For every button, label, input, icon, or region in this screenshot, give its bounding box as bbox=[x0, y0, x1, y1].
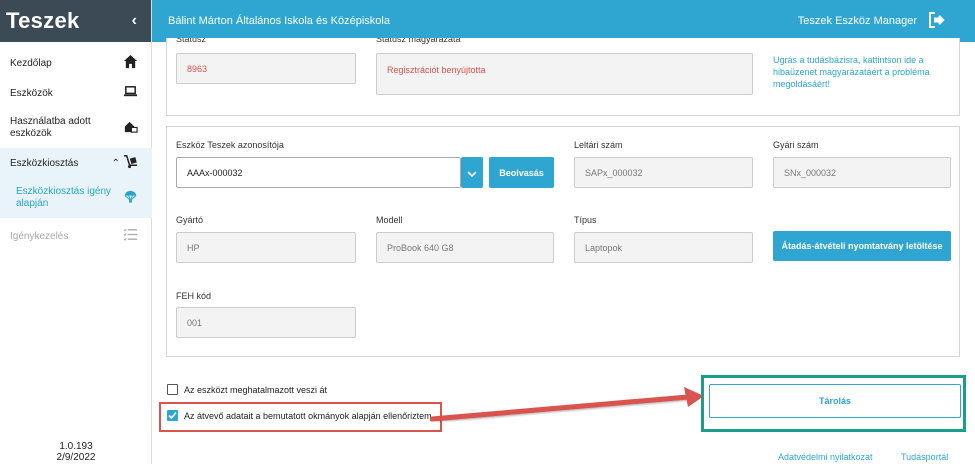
dolly-icon bbox=[123, 154, 138, 172]
proxy-checkbox-row[interactable]: Az eszközt meghatalmazott veszi át bbox=[167, 384, 327, 395]
home-icon bbox=[123, 54, 138, 72]
top-bar: Bálint Márton Általános Iskola és Középi… bbox=[152, 0, 975, 42]
verified-checkbox[interactable] bbox=[167, 410, 178, 421]
device-id-dropdown-button[interactable] bbox=[461, 157, 483, 188]
knowledge-base-link[interactable]: Ugrás a tudásbázisra, kattintson ide a h… bbox=[773, 54, 941, 90]
sidebar-item-label: Eszközkiosztás igény alapján bbox=[16, 186, 112, 209]
feh-code-label: FEH kód bbox=[176, 291, 212, 301]
device-id-select[interactable]: AAAx-000032 bbox=[176, 157, 461, 188]
chevron-down-icon bbox=[467, 164, 477, 182]
privacy-link[interactable]: Adatvédelmi nyilatkozat bbox=[778, 452, 873, 462]
annotation-arrow bbox=[430, 387, 704, 422]
knowledge-portal-link[interactable]: Tudásportál bbox=[901, 452, 948, 462]
sidebar-item-label: Eszközkiosztás bbox=[10, 157, 79, 169]
inventory-number-label: Leltári szám bbox=[574, 140, 623, 150]
laptop-icon bbox=[123, 84, 138, 102]
sidebar-item-distribution[interactable]: Eszközkiosztás ⌃ bbox=[0, 148, 152, 178]
store-button[interactable]: Tárolás bbox=[709, 384, 961, 418]
app-date: 2/9/2022 bbox=[56, 452, 96, 463]
logout-icon[interactable] bbox=[929, 11, 947, 31]
type-label: Típus bbox=[574, 215, 597, 225]
handover-icon bbox=[123, 119, 138, 138]
sidebar: Teszek ‹ Kezdőlap Eszközök Használatba a… bbox=[0, 0, 152, 464]
feh-code-field: 001 bbox=[176, 307, 356, 338]
sidebar-item-home[interactable]: Kezdőlap bbox=[0, 52, 152, 74]
type-field: Laptopok bbox=[574, 232, 753, 263]
device-id-label: Eszköz Teszek azonosítója bbox=[176, 140, 284, 150]
model-label: Modell bbox=[376, 215, 403, 225]
sidebar-item-label: Kezdőlap bbox=[10, 57, 52, 69]
sidebar-item-label: Eszközök bbox=[10, 87, 53, 99]
proxy-checkbox[interactable] bbox=[167, 384, 178, 395]
model-field: ProBook 640 G8 bbox=[376, 232, 554, 263]
serial-number-field: SNx_000032 bbox=[773, 157, 951, 188]
sidebar-item-request-distribution[interactable]: Eszközkiosztás igény alapján bbox=[0, 178, 152, 218]
sidebar-item-requests[interactable]: Igénykezelés bbox=[0, 225, 152, 247]
sidebar-item-label: Használatba adott eszközök bbox=[10, 116, 91, 139]
school-name: Bálint Márton Általános Iskola és Középi… bbox=[168, 15, 390, 27]
status-desc-field: Regisztrációt benyújtotta bbox=[376, 53, 753, 95]
manufacturer-label: Gyártó bbox=[176, 215, 204, 225]
sidebar-item-devices[interactable]: Eszközök bbox=[0, 82, 152, 104]
app-name: Teszek Eszköz Manager bbox=[797, 15, 917, 27]
parachute-icon bbox=[123, 189, 138, 208]
list-icon bbox=[123, 227, 138, 245]
scan-button[interactable]: Beolvasás bbox=[489, 157, 554, 188]
serial-number-label: Gyári szám bbox=[773, 140, 819, 150]
status-label: Státusz bbox=[176, 38, 207, 44]
inventory-number-field: SAPx_000032 bbox=[574, 157, 753, 188]
sidebar-item-lent-devices[interactable]: Használatba adott eszközök bbox=[0, 113, 152, 143]
status-code-field: 8963 bbox=[176, 53, 356, 84]
verified-checkbox-row[interactable]: Az átvevő adatait a bemutatott okmányok … bbox=[167, 410, 432, 421]
download-handover-form-button[interactable]: Átadás-átvételi nyomtatvány letöltése bbox=[773, 231, 951, 261]
sidebar-item-label: Igénykezelés bbox=[10, 230, 69, 242]
status-desc-label: Státusz magyarázata bbox=[376, 38, 461, 44]
manufacturer-field: HP bbox=[176, 232, 356, 263]
verified-checkbox-label: Az átvevő adatait a bemutatott okmányok … bbox=[184, 410, 432, 421]
sidebar-header: Teszek ‹ bbox=[0, 0, 151, 42]
proxy-checkbox-label: Az eszközt meghatalmazott veszi át bbox=[184, 384, 328, 395]
collapse-sidebar-icon[interactable]: ‹ bbox=[132, 12, 137, 30]
brand-logo[interactable]: Teszek bbox=[6, 8, 80, 34]
chevron-up-icon: ⌃ bbox=[111, 157, 120, 169]
